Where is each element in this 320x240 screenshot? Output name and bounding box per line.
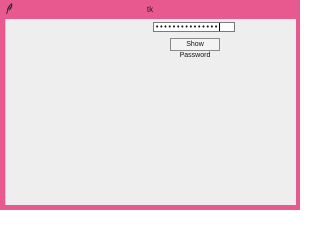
app-window: tk ••••••••••••••• Show Password <box>0 0 300 210</box>
password-input[interactable]: ••••••••••••••• <box>153 22 235 32</box>
password-value: ••••••••••••••• <box>155 23 219 31</box>
show-password-button[interactable]: Show Password <box>170 38 220 59</box>
window-client-area: ••••••••••••••• Show Password <box>5 19 296 205</box>
window-title: tk <box>146 5 154 14</box>
title-bar[interactable]: tk <box>0 0 300 19</box>
text-cursor <box>219 23 221 31</box>
